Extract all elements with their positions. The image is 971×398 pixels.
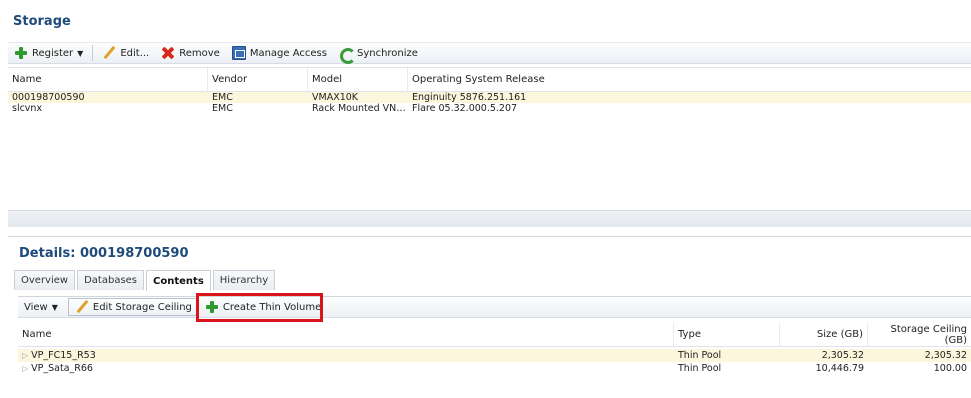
view-menu-button[interactable]: View ▼ (18, 296, 64, 318)
cell-size: 2,305.32 (821, 350, 864, 361)
cell-os-release: Enginuity 5876.251.161 (412, 92, 527, 103)
table-row[interactable]: slcvnx EMC Rack Mounted VNX... Flare 05.… (8, 103, 971, 114)
tab-hierarchy[interactable]: Hierarchy (212, 270, 276, 290)
cell-vendor: EMC (212, 92, 233, 103)
manage-access-button[interactable]: Manage Access (226, 42, 333, 64)
cell-model: Rack Mounted VNX... (312, 103, 408, 114)
column-header-name[interactable]: Name (18, 322, 674, 347)
cell-os-release: Flare 05.32.000.5.207 (412, 103, 518, 114)
tab-databases[interactable]: Databases (77, 270, 145, 290)
cell-storage-ceiling: 2,305.32 (924, 350, 967, 361)
edit-button[interactable]: Edit... (96, 42, 155, 64)
cell-size: 10,446.79 (815, 363, 864, 374)
column-header-storage-ceiling[interactable]: Storage Ceiling (GB) (868, 323, 971, 347)
tree-expand-icon[interactable]: ▷ (22, 364, 28, 373)
synchronize-icon (339, 46, 356, 64)
plus-icon (14, 46, 28, 60)
manage-access-label: Manage Access (249, 47, 327, 59)
edit-storage-ceiling-button[interactable]: Edit Storage Ceiling (67, 298, 199, 316)
column-header-os-release[interactable]: Operating System Release (408, 68, 971, 92)
x-icon (161, 46, 175, 60)
table-header: Name Vendor Model Operating System Relea… (8, 67, 971, 92)
pencil-icon (75, 300, 89, 314)
cell-type: Thin Pool (678, 363, 722, 374)
column-header-size[interactable]: Size (GB) (780, 322, 868, 347)
storage-toolbar: Register ▼ Edit... Remove Manage Access … (8, 42, 971, 64)
storage-table: Name Vendor Model Operating System Relea… (8, 67, 971, 227)
register-button[interactable]: Register ▼ (8, 42, 89, 64)
storage-title: Storage (13, 14, 71, 29)
cell-vendor: EMC (212, 103, 233, 114)
tree-expand-icon[interactable]: ▷ (22, 351, 28, 360)
column-header-model[interactable]: Model (308, 67, 408, 92)
column-header-name[interactable]: Name (8, 67, 208, 92)
manage-access-icon (231, 46, 246, 60)
chevron-down-icon: ▼ (77, 48, 84, 58)
remove-label: Remove (179, 47, 220, 59)
table-row[interactable]: ▷ VP_FC15_R53 Thin Pool 2,305.32 2,305.32 (18, 349, 971, 362)
table-row[interactable]: 000198700590 EMC VMAX10K Enginuity 5876.… (8, 92, 971, 103)
chevron-down-icon: ▼ (51, 302, 58, 312)
synchronize-button[interactable]: Synchronize (333, 42, 424, 64)
details-tabs: Overview Databases Contents Hierarchy (14, 270, 277, 291)
column-header-vendor[interactable]: Vendor (208, 67, 308, 92)
table-row[interactable]: ▷ VP_Sata_R66 Thin Pool 10,446.79 100.00 (18, 362, 971, 375)
details-title: Details: 000198700590 (19, 246, 189, 261)
tab-contents[interactable]: Contents (146, 270, 211, 291)
remove-button[interactable]: Remove (155, 42, 226, 64)
cell-model: VMAX10K (312, 92, 359, 103)
register-label: Register (32, 47, 74, 59)
contents-table: Name Type Size (GB) Storage Ceiling (GB)… (18, 322, 971, 375)
column-header-type[interactable]: Type (674, 322, 780, 347)
synchronize-label: Synchronize (356, 47, 418, 59)
tab-overview[interactable]: Overview (14, 270, 76, 290)
table-header: Name Type Size (GB) Storage Ceiling (GB) (18, 322, 971, 347)
cell-storage-ceiling: 100.00 (933, 363, 967, 374)
highlight-box (196, 293, 323, 322)
cell-name: slcvnx (12, 103, 43, 114)
cell-type: Thin Pool (678, 350, 722, 361)
cell-name: VP_Sata_R66 (31, 363, 93, 374)
toolbar-separator (92, 45, 94, 61)
contents-toolbar: View ▼ Edit Storage Ceiling Create Thin … (18, 296, 971, 318)
table-footer (8, 210, 971, 227)
cell-name: 000198700590 (12, 92, 85, 103)
edit-label: Edit... (120, 47, 150, 59)
cell-name-wrap: ▷ VP_FC15_R53 (18, 350, 674, 361)
pencil-icon (102, 46, 116, 60)
edit-storage-ceiling-label: Edit Storage Ceiling (92, 301, 192, 313)
cell-name-wrap: ▷ VP_Sata_R66 (18, 363, 674, 374)
view-label: View (24, 301, 48, 313)
cell-name: VP_FC15_R53 (31, 350, 96, 361)
